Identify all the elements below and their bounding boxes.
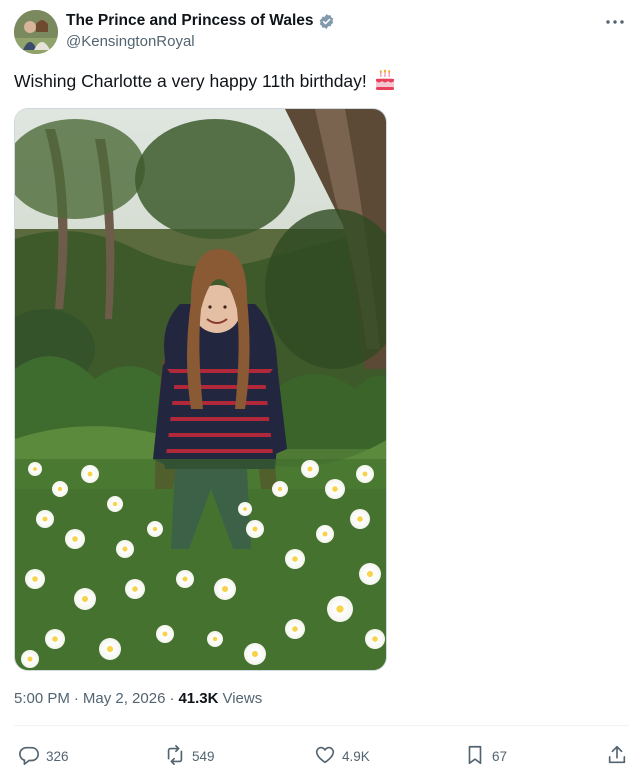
views-count: 41.3K [178, 690, 219, 707]
account-names: The Prince and Princess of Wales @Kensin… [66, 12, 335, 50]
meta-separator: · [73, 690, 79, 707]
more-options-icon[interactable] [605, 14, 625, 24]
reply-icon [18, 744, 40, 769]
tweet-text: Wishing Charlotte a very happy 11th birt… [14, 69, 397, 93]
tweet-photo[interactable] [14, 108, 387, 671]
repost-icon [164, 744, 186, 769]
display-name[interactable]: The Prince and Princess of Wales [66, 12, 314, 30]
avatar[interactable] [14, 10, 58, 54]
tweet-meta: 5:00 PM · May 2, 2026 · 41.3K Views [14, 690, 262, 707]
verified-badge-icon [318, 13, 335, 30]
share-icon [606, 744, 628, 769]
heart-icon [314, 744, 336, 769]
tweet-text-content: Wishing Charlotte a very happy 11th birt… [14, 70, 367, 91]
tweet-time[interactable]: 5:00 PM [14, 690, 70, 707]
birthday-cake-icon [373, 69, 397, 93]
reply-button[interactable]: 326 [18, 744, 69, 769]
repost-button[interactable]: 549 [164, 744, 215, 769]
views-label: Views [222, 690, 263, 707]
account-handle[interactable]: @KensingtonRoyal [66, 33, 335, 50]
reply-count: 326 [46, 749, 69, 764]
repost-count: 549 [192, 749, 215, 764]
like-button[interactable]: 4.9K [314, 744, 370, 769]
action-bar: 326 549 4.9K 67 [14, 740, 634, 772]
bookmark-count: 67 [492, 749, 508, 764]
like-count: 4.9K [342, 749, 370, 764]
bookmark-button[interactable]: 67 [464, 744, 507, 769]
bookmark-icon [464, 744, 486, 769]
divider [14, 725, 629, 726]
tweet-date[interactable]: May 2, 2026 [83, 690, 166, 707]
share-button[interactable] [606, 744, 628, 769]
tweet-header: The Prince and Princess of Wales @Kensin… [14, 10, 629, 56]
meta-separator: · [169, 690, 175, 707]
